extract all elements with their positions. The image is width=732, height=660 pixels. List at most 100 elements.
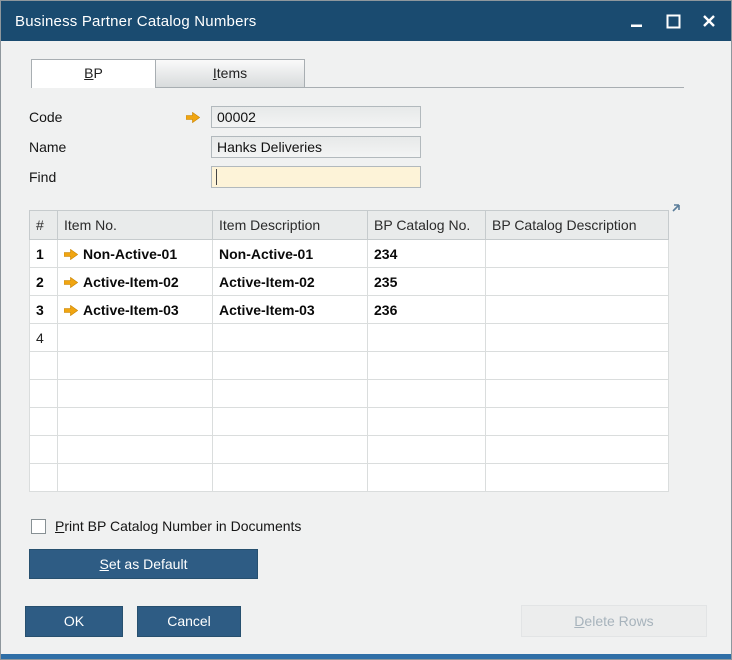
table-row[interactable]: [29, 435, 669, 464]
bp-catalog-description-cell[interactable]: [485, 435, 669, 464]
footer: OK Cancel Delete Rows: [1, 605, 731, 637]
bp-catalog-no-cell[interactable]: [367, 351, 486, 380]
col-header-num: #: [29, 210, 58, 240]
item-no-cell[interactable]: Active-Item-02: [57, 267, 213, 296]
item-no-text: Active-Item-03: [83, 301, 179, 318]
delete-rows-button[interactable]: Delete Rows: [521, 605, 707, 637]
row-number-cell[interactable]: 1: [29, 239, 58, 268]
item-no-cell[interactable]: Non-Active-01: [57, 239, 213, 268]
cancel-button[interactable]: Cancel: [137, 605, 241, 637]
col-header-bp-catalog-no: BP Catalog No.: [367, 210, 486, 240]
bp-catalog-no-cell[interactable]: 234: [367, 239, 486, 268]
bp-catalog-no-cell[interactable]: [367, 463, 486, 492]
bp-catalog-description-cell[interactable]: [485, 323, 669, 352]
bp-catalog-no-cell[interactable]: 236: [367, 295, 486, 324]
link-arrow-icon[interactable]: [186, 111, 200, 123]
item-description-cell[interactable]: [212, 379, 368, 408]
expand-grid-icon[interactable]: [669, 201, 683, 215]
bp-form: Code Name Find: [29, 102, 731, 192]
table-header-row: # Item No. Item Description BP Catalog N…: [29, 210, 669, 240]
row-number-cell[interactable]: [29, 351, 58, 380]
bp-catalog-description-cell[interactable]: [485, 351, 669, 380]
bp-catalog-description-cell[interactable]: [485, 295, 669, 324]
name-label: Name: [29, 139, 67, 155]
item-no-cell[interactable]: [57, 407, 213, 436]
bp-catalog-description-cell[interactable]: [485, 379, 669, 408]
row-number-cell[interactable]: [29, 435, 58, 464]
print-bp-catalog-checkbox[interactable]: [31, 518, 46, 534]
code-row: Code: [29, 102, 731, 132]
code-link-arrow-slot: [186, 111, 211, 123]
table-row[interactable]: 2 Active-Item-02 Active-Item-02 235: [29, 267, 669, 296]
item-no-text: Non-Active-01: [83, 245, 178, 262]
bp-catalog-description-cell[interactable]: [485, 463, 669, 492]
row-number-cell[interactable]: 4: [29, 323, 58, 352]
item-no-cell[interactable]: [57, 323, 213, 352]
row-number-cell[interactable]: [29, 463, 58, 492]
close-button[interactable]: [701, 13, 717, 29]
item-description-cell[interactable]: Non-Active-01: [212, 239, 368, 268]
col-header-bp-catalog-description: BP Catalog Description: [485, 210, 669, 240]
minimize-button[interactable]: [629, 13, 645, 29]
find-input-wrap: [211, 166, 421, 188]
row-number-cell[interactable]: 3: [29, 295, 58, 324]
maximize-button[interactable]: [665, 13, 681, 29]
business-partner-catalog-numbers-dialog: Business Partner Catalog Numbers BP Item…: [0, 0, 732, 660]
item-description-cell[interactable]: [212, 435, 368, 464]
table-row[interactable]: 4: [29, 323, 669, 352]
link-arrow-icon[interactable]: [63, 248, 79, 260]
tab-bp[interactable]: BP: [31, 59, 156, 88]
name-row: Name: [29, 132, 731, 162]
table-row[interactable]: 3 Active-Item-03 Active-Item-03 236: [29, 295, 669, 324]
bp-catalog-description-cell[interactable]: [485, 239, 669, 268]
bp-catalog-description-cell[interactable]: [485, 407, 669, 436]
bp-catalog-no-cell[interactable]: [367, 323, 486, 352]
table-row[interactable]: 1 Non-Active-01 Non-Active-01 234: [29, 239, 669, 268]
print-bp-catalog-row: Print BP Catalog Number in Documents: [31, 518, 731, 534]
bp-catalog-description-cell[interactable]: [485, 267, 669, 296]
item-description-cell[interactable]: Active-Item-03: [212, 295, 368, 324]
bp-catalog-no-cell[interactable]: 235: [367, 267, 486, 296]
table-body: 1 Non-Active-01 Non-Active-01 234 2 Active-It…: [29, 239, 669, 492]
item-description-cell[interactable]: [212, 351, 368, 380]
table-row[interactable]: [29, 351, 669, 380]
table-row[interactable]: [29, 407, 669, 436]
row-number-cell[interactable]: 2: [29, 267, 58, 296]
print-bp-catalog-label: Print BP Catalog Number in Documents: [55, 518, 302, 534]
item-no-cell[interactable]: [57, 435, 213, 464]
item-no-cell[interactable]: [57, 379, 213, 408]
tab-strip: BP Items: [31, 59, 684, 88]
code-input[interactable]: [211, 106, 421, 128]
window-title: Business Partner Catalog Numbers: [15, 12, 257, 30]
item-no-cell[interactable]: Active-Item-03: [57, 295, 213, 324]
table-row[interactable]: [29, 379, 669, 408]
ok-button[interactable]: OK: [25, 605, 123, 637]
bp-catalog-no-cell[interactable]: [367, 407, 486, 436]
item-description-cell[interactable]: Active-Item-02: [212, 267, 368, 296]
col-header-item-description: Item Description: [212, 210, 368, 240]
tab-items[interactable]: Items: [155, 59, 305, 87]
row-number-cell[interactable]: [29, 379, 58, 408]
find-input[interactable]: [211, 166, 421, 188]
link-arrow-icon[interactable]: [63, 276, 79, 288]
item-no-cell[interactable]: [57, 463, 213, 492]
item-description-cell[interactable]: [212, 323, 368, 352]
bp-catalog-no-cell[interactable]: [367, 379, 486, 408]
find-row: Find: [29, 162, 731, 192]
window-controls: [629, 13, 717, 29]
row-number-cell[interactable]: [29, 407, 58, 436]
set-as-default-button[interactable]: Set as Default: [29, 549, 258, 579]
item-no-cell[interactable]: [57, 351, 213, 380]
bp-catalog-no-cell[interactable]: [367, 435, 486, 464]
item-description-cell[interactable]: [212, 463, 368, 492]
item-description-cell[interactable]: [212, 407, 368, 436]
col-header-item-no: Item No.: [57, 210, 213, 240]
link-arrow-icon[interactable]: [63, 304, 79, 316]
find-label: Find: [29, 169, 57, 185]
text-caret: [216, 169, 217, 185]
minimize-icon: [631, 24, 642, 27]
table-row[interactable]: [29, 463, 669, 492]
name-input[interactable]: [211, 136, 421, 158]
window-bottom-edge: [1, 654, 731, 659]
titlebar[interactable]: Business Partner Catalog Numbers: [1, 1, 731, 41]
